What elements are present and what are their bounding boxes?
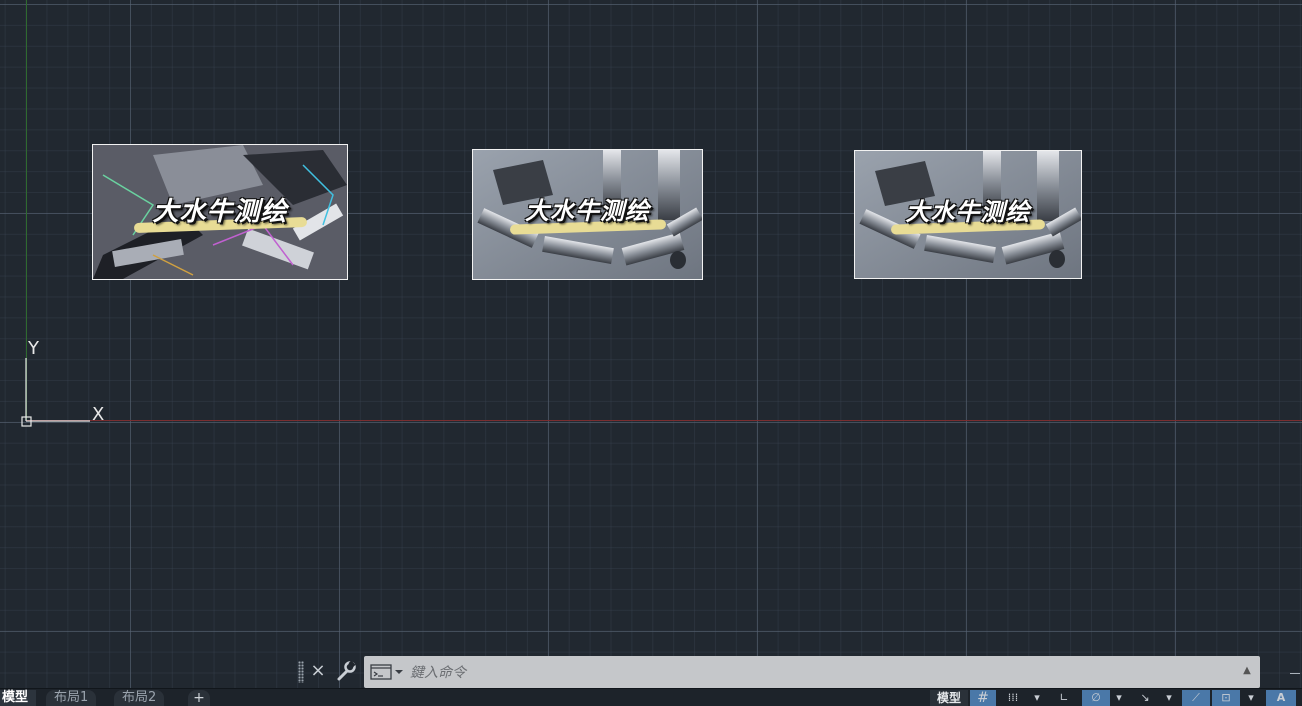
command-line: × ▲ bbox=[295, 656, 1261, 688]
x-axis-line bbox=[26, 420, 1302, 421]
command-input[interactable] bbox=[408, 660, 1232, 686]
command-history-button[interactable]: ▲ bbox=[1240, 664, 1254, 678]
ucs-icon: Y X bbox=[20, 338, 120, 433]
polar-dropdown-icon[interactable]: ▾ bbox=[1112, 690, 1126, 706]
selection-cycling-icon[interactable]: ⊡ bbox=[1212, 690, 1240, 706]
raster-image-1[interactable]: 大水牛测绘 bbox=[92, 144, 348, 280]
annotation-scale-icon[interactable]: A bbox=[1266, 690, 1296, 706]
add-layout-button[interactable]: + bbox=[188, 690, 210, 706]
model-space-button[interactable]: 模型 bbox=[930, 690, 968, 706]
ucs-x-label: X bbox=[92, 404, 104, 425]
selection-dropdown-icon[interactable]: ▾ bbox=[1244, 690, 1258, 706]
image-2-text: 大水牛测绘 bbox=[525, 197, 650, 226]
snap-toggle-icon[interactable]: ⁞⁞⁞ bbox=[1000, 690, 1026, 706]
status-bar: 模型 布局1 布局2 + 模型 # ⁞⁞⁞ ▾ ∟ ∅ ▾ ↘ ▾ ⟋ ⊡ ▾ … bbox=[0, 688, 1302, 706]
drag-handle-icon[interactable] bbox=[298, 661, 304, 683]
polar-tracking-icon[interactable]: ∅ bbox=[1082, 690, 1110, 706]
image-1-text: 大水牛测绘 bbox=[152, 196, 288, 227]
grid-toggle-icon[interactable]: # bbox=[970, 690, 996, 706]
command-input-container: ▲ bbox=[364, 656, 1260, 688]
image-3-text: 大水牛测绘 bbox=[905, 197, 1031, 226]
object-snap-icon[interactable]: ↘ bbox=[1132, 690, 1158, 706]
tab-layout1[interactable]: 布局1 bbox=[46, 690, 97, 706]
customize-wrench-icon[interactable] bbox=[335, 660, 357, 682]
corner-mark bbox=[1290, 673, 1300, 674]
lineweight-icon[interactable]: ⟋ bbox=[1182, 690, 1210, 706]
command-prompt-icon[interactable] bbox=[370, 663, 406, 681]
ortho-toggle-icon[interactable]: ∟ bbox=[1052, 690, 1076, 706]
drawing-canvas[interactable]: Y X 大水牛测绘 大水牛测绘 大水牛测绘 bbox=[0, 0, 1302, 688]
snap-dropdown-icon[interactable]: ▾ bbox=[1030, 690, 1044, 706]
close-command-line-button[interactable]: × bbox=[309, 660, 327, 682]
raster-image-3[interactable]: 大水牛测绘 bbox=[854, 150, 1082, 279]
tab-layout2[interactable]: 布局2 bbox=[114, 690, 165, 706]
osnap-dropdown-icon[interactable]: ▾ bbox=[1162, 690, 1176, 706]
ucs-y-label: Y bbox=[27, 338, 40, 359]
tab-model[interactable]: 模型 bbox=[0, 690, 37, 706]
raster-image-2[interactable]: 大水牛测绘 bbox=[472, 149, 703, 280]
